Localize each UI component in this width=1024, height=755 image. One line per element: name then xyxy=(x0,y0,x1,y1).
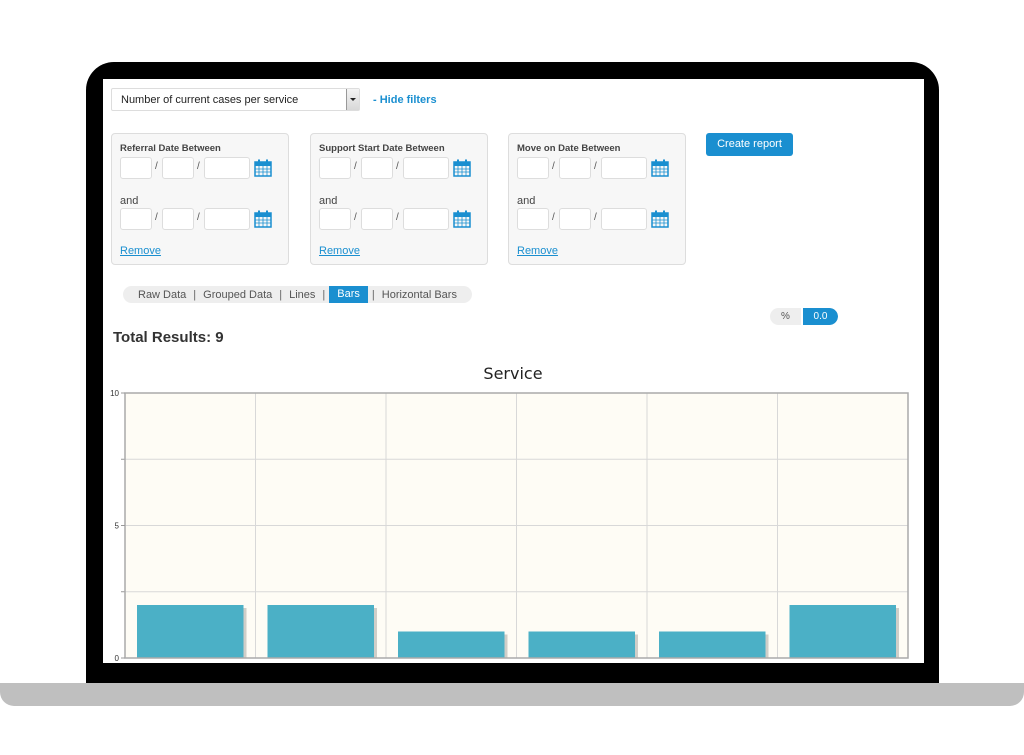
day-input[interactable] xyxy=(319,208,351,230)
tab-raw-data[interactable]: Raw Data xyxy=(135,289,189,301)
day-input[interactable] xyxy=(120,208,152,230)
day-input[interactable] xyxy=(517,157,549,179)
date-separator: / xyxy=(197,161,200,172)
total-results: Total Results: 9 xyxy=(113,329,224,346)
day-input[interactable] xyxy=(517,208,549,230)
remove-filter-link[interactable]: Remove xyxy=(120,245,161,257)
calendar-icon[interactable] xyxy=(651,210,669,228)
and-label: and xyxy=(517,195,536,207)
tab-lines[interactable]: Lines xyxy=(286,289,318,301)
date-separator: / xyxy=(552,161,555,172)
year-input[interactable] xyxy=(601,208,647,230)
date-separator: / xyxy=(594,161,597,172)
filter-title: Move on Date Between xyxy=(517,143,621,154)
tab-grouped-data[interactable]: Grouped Data xyxy=(200,289,275,301)
filter-title: Referral Date Between xyxy=(120,143,221,154)
calendar-icon[interactable] xyxy=(453,210,471,228)
bar-chart: Service 0 5 10 xyxy=(110,364,909,663)
tab-divider: | xyxy=(322,288,326,301)
chevron-down-icon[interactable] xyxy=(346,89,359,110)
bar xyxy=(789,605,896,658)
bar xyxy=(398,631,505,658)
bar xyxy=(267,605,374,658)
and-label: and xyxy=(319,195,338,207)
date-separator: / xyxy=(155,212,158,223)
date-separator: / xyxy=(197,212,200,223)
day-input[interactable] xyxy=(120,157,152,179)
month-input[interactable] xyxy=(361,157,393,179)
month-input[interactable] xyxy=(559,157,591,179)
report-type-value: Number of current cases per service xyxy=(121,94,299,106)
calendar-icon[interactable] xyxy=(254,159,272,177)
date-separator: / xyxy=(396,212,399,223)
year-input[interactable] xyxy=(403,208,449,230)
filter-title: Support Start Date Between xyxy=(319,143,445,154)
tab-divider: | xyxy=(279,288,283,301)
filter-move-on-date: Move on Date Between / / and / / Remove xyxy=(508,133,686,265)
calendar-icon[interactable] xyxy=(254,210,272,228)
tab-horizontal-bars[interactable]: Horizontal Bars xyxy=(379,289,460,301)
date-separator: / xyxy=(354,212,357,223)
day-input[interactable] xyxy=(319,157,351,179)
chart-title: Service xyxy=(483,364,542,383)
filter-support-start-date: Support Start Date Between / / and / / R… xyxy=(310,133,488,265)
month-input[interactable] xyxy=(559,208,591,230)
bar xyxy=(528,631,635,658)
tab-bars[interactable]: Bars xyxy=(329,286,368,303)
date-separator: / xyxy=(354,161,357,172)
percent-option[interactable]: % xyxy=(770,308,801,325)
month-input[interactable] xyxy=(361,208,393,230)
y-tick-label: 5 xyxy=(115,522,120,531)
year-input[interactable] xyxy=(204,157,250,179)
percent-toggle[interactable]: % 0.0 xyxy=(770,308,838,325)
hide-filters-link[interactable]: - Hide filters xyxy=(373,94,437,106)
and-label: and xyxy=(120,195,139,207)
filter-referral-date: Referral Date Between / / and / / Remove xyxy=(111,133,289,265)
year-input[interactable] xyxy=(403,157,449,179)
remove-filter-link[interactable]: Remove xyxy=(319,245,360,257)
year-input[interactable] xyxy=(601,157,647,179)
tab-divider: | xyxy=(371,288,375,301)
y-tick-label: 10 xyxy=(110,389,119,398)
date-separator: / xyxy=(552,212,555,223)
month-input[interactable] xyxy=(162,208,194,230)
year-input[interactable] xyxy=(204,208,250,230)
create-report-button[interactable]: Create report xyxy=(706,133,793,156)
tab-divider: | xyxy=(193,288,197,301)
calendar-icon[interactable] xyxy=(453,159,471,177)
report-type-select[interactable]: Number of current cases per service xyxy=(111,88,360,111)
month-input[interactable] xyxy=(162,157,194,179)
remove-filter-link[interactable]: Remove xyxy=(517,245,558,257)
date-separator: / xyxy=(594,212,597,223)
app-screen: Number of current cases per service - Hi… xyxy=(103,79,924,663)
view-mode-tabs: Raw Data | Grouped Data | Lines | Bars |… xyxy=(123,286,472,303)
date-separator: / xyxy=(396,161,399,172)
bar xyxy=(137,605,244,658)
y-tick-label: 0 xyxy=(115,654,120,663)
bar xyxy=(659,631,766,658)
laptop-base xyxy=(0,683,1024,706)
calendar-icon[interactable] xyxy=(651,159,669,177)
number-option[interactable]: 0.0 xyxy=(801,308,838,325)
date-separator: / xyxy=(155,161,158,172)
